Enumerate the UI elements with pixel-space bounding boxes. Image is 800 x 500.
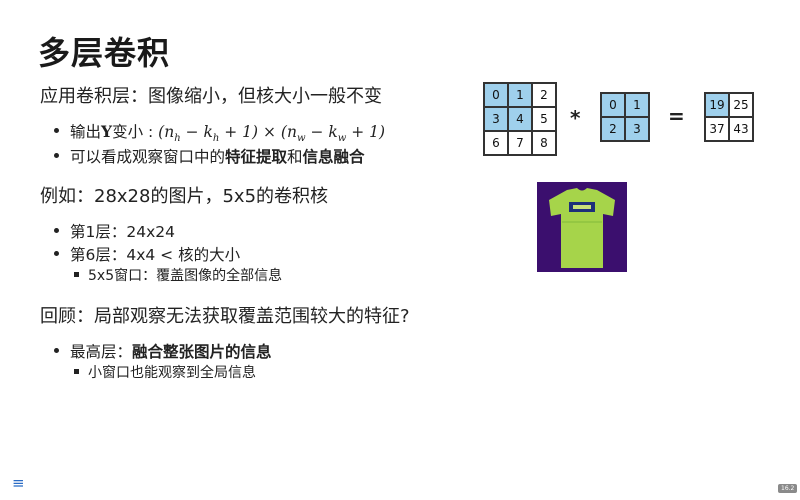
bullet-feature-extraction: 可以看成观察窗口中的特征提取和信息融合 <box>54 145 365 167</box>
input-cell: 1 <box>508 83 532 107</box>
input-cell: 3 <box>484 107 508 131</box>
bullet-text: 变小 : <box>112 123 159 141</box>
convolution-operator: * <box>570 106 581 130</box>
output-cell: 25 <box>729 93 753 117</box>
bullet-layer6: 第6层：4x4 < 核的大小 <box>54 243 240 265</box>
output-size-formula: (nh − kh + 1) × (nw − kw + 1) <box>158 123 386 145</box>
input-matrix: 0 1 2 3 4 5 6 7 8 <box>483 82 557 156</box>
input-cell: 6 <box>484 131 508 155</box>
input-cell: 5 <box>532 107 556 131</box>
kernel-cell: 2 <box>601 117 625 141</box>
bullet-top-layer: 最高层：融合整张图片的信息 <box>54 340 272 362</box>
sub-bullet-global-info: 小窗口也能观察到全局信息 <box>74 362 256 382</box>
output-cell: 19 <box>705 93 729 117</box>
bullet-layer1: 第1层：24x24 <box>54 220 175 242</box>
math-Y: Y <box>101 122 113 141</box>
input-cell: 4 <box>508 107 532 131</box>
kernel-cell: 3 <box>625 117 649 141</box>
kernel-cell: 0 <box>601 93 625 117</box>
section3-heading: 回顾：局部观察无法获取覆盖范围较大的特征? <box>40 306 410 327</box>
bullet-text: 输出 <box>70 123 102 141</box>
tshirt-image <box>537 182 627 272</box>
equals-sign: = <box>668 104 685 128</box>
section2-heading: 例如：28x28的图片，5x5的卷积核 <box>40 186 329 207</box>
menu-icon[interactable]: ≡ <box>12 474 25 492</box>
output-cell: 37 <box>705 117 729 141</box>
input-cell: 7 <box>508 131 532 155</box>
section1-heading: 应用卷积层：图像缩小，但核大小一般不变 <box>40 86 382 107</box>
output-matrix: 19 25 37 43 <box>704 92 754 142</box>
page-number: 16.2 <box>778 484 798 493</box>
sub-bullet-window: 5x5窗口：覆盖图像的全部信息 <box>74 265 282 285</box>
kernel-cell: 1 <box>625 93 649 117</box>
slide-title: 多层卷积 <box>38 34 171 72</box>
output-cell: 43 <box>729 117 753 141</box>
kernel-matrix: 0 1 2 3 <box>600 92 650 142</box>
bullet-output-shrinks: 输出Y变小 : (nh − kh + 1) × (nw − kw + 1) <box>54 120 385 144</box>
input-cell: 0 <box>484 83 508 107</box>
input-cell: 2 <box>532 83 556 107</box>
input-cell: 8 <box>532 131 556 155</box>
